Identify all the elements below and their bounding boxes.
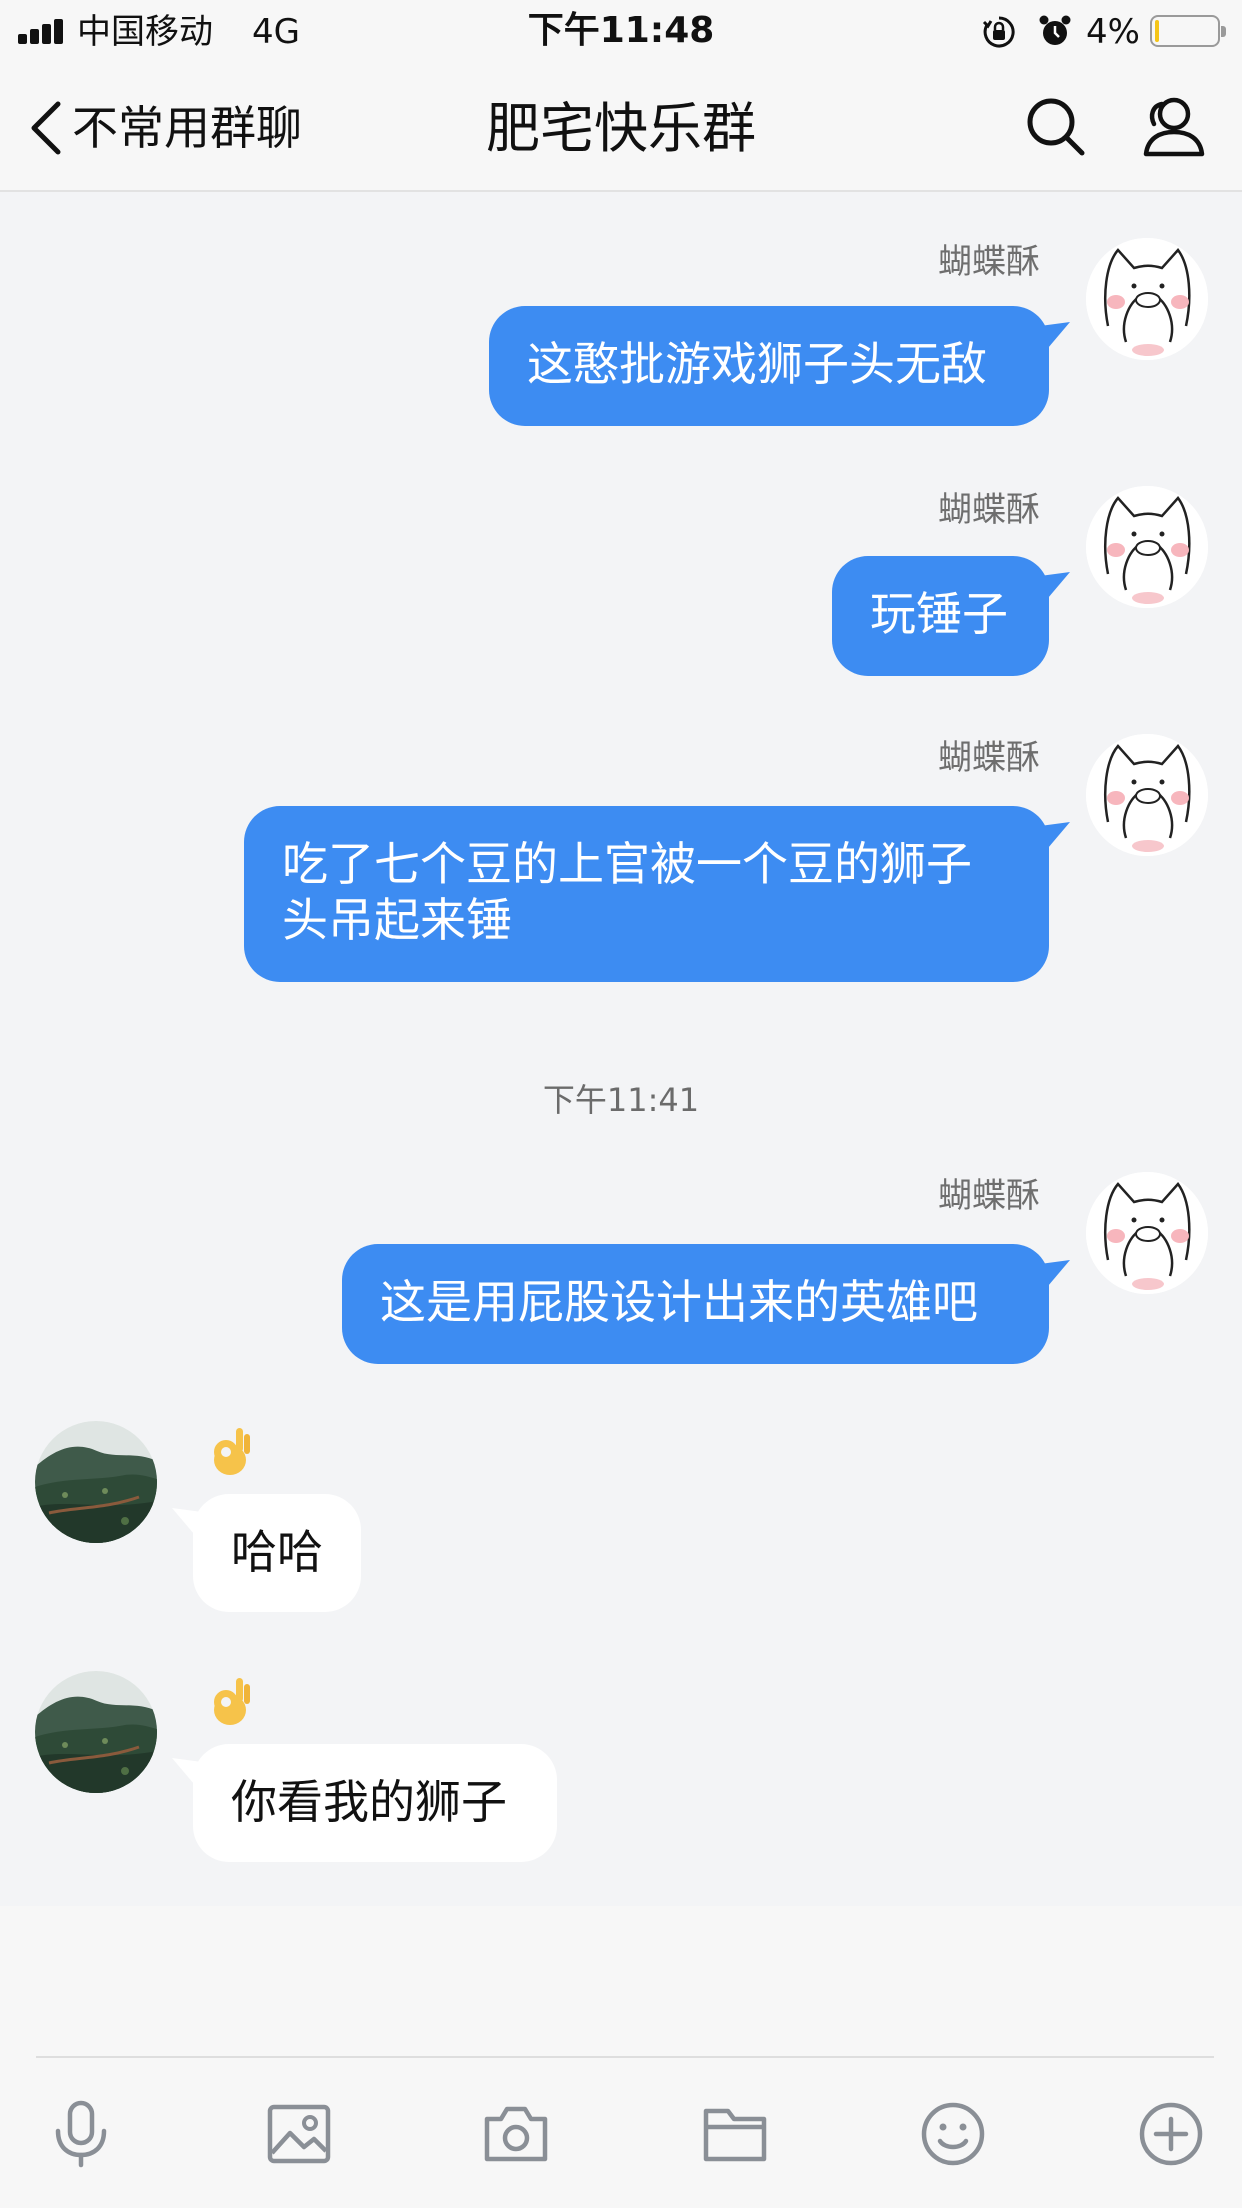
message-text: 吃了七个豆的上官被一个豆的狮子头吊起来锤 bbox=[282, 837, 972, 947]
cat-avatar-image bbox=[1086, 734, 1208, 856]
bubble-tail bbox=[1040, 1260, 1070, 1286]
sender-name: 蝴蝶酥 bbox=[938, 242, 1040, 282]
message-text: 你看我的狮子 bbox=[231, 1775, 507, 1829]
cat-avatar-image bbox=[1086, 486, 1208, 608]
group-profile-icon[interactable] bbox=[1138, 92, 1208, 162]
message-text: 这是用屁股设计出来的英雄吧 bbox=[380, 1275, 978, 1329]
nav-bar: 不常用群聊 肥宅快乐群 bbox=[0, 62, 1242, 192]
emoji-icon bbox=[921, 2102, 985, 2166]
message-bubble-outgoing[interactable]: 吃了七个豆的上官被一个豆的狮子头吊起来锤 bbox=[244, 806, 1049, 982]
message-bubble-outgoing[interactable]: 玩锤子 bbox=[832, 556, 1049, 676]
photo-button[interactable] bbox=[264, 2099, 334, 2169]
sender-name: 蝴蝶酥 bbox=[938, 1176, 1040, 1216]
bubble-tail bbox=[1040, 572, 1070, 598]
cat-avatar[interactable] bbox=[1086, 734, 1208, 856]
input-divider bbox=[36, 2056, 1214, 2058]
message-timestamp: 下午11:41 bbox=[542, 1081, 700, 1119]
message-bubble-incoming[interactable]: 哈哈 bbox=[193, 1494, 361, 1612]
message-text: 玩锤子 bbox=[870, 587, 1008, 641]
sender-name: 蝴蝶酥 bbox=[938, 490, 1040, 530]
message-bubble-outgoing[interactable]: 这憨批游戏狮子头无敌 bbox=[489, 306, 1049, 426]
message-bubble-outgoing[interactable]: 这是用屁股设计出来的英雄吧 bbox=[342, 1244, 1049, 1364]
sender-name: 蝴蝶酥 bbox=[938, 738, 1040, 778]
battery-percent: 4% bbox=[1086, 12, 1140, 52]
voice-button[interactable] bbox=[46, 2099, 116, 2169]
ok-hand-emoji bbox=[214, 1678, 250, 1725]
cat-avatar[interactable] bbox=[1086, 238, 1208, 360]
battery-icon bbox=[1150, 15, 1226, 47]
file-button[interactable] bbox=[700, 2099, 770, 2169]
input-area bbox=[0, 1906, 1242, 2208]
message-text: 哈哈 bbox=[231, 1525, 323, 1579]
mountain-avatar[interactable] bbox=[35, 1421, 157, 1543]
microphone-icon bbox=[55, 2100, 107, 2168]
image-icon bbox=[267, 2104, 331, 2164]
plus-icon bbox=[1139, 2102, 1203, 2166]
status-bar: 中国移动 4G 下午11:48 4% bbox=[0, 0, 1242, 62]
camera-button[interactable] bbox=[481, 2099, 551, 2169]
alarm-icon bbox=[1039, 15, 1071, 45]
message-bubble-incoming[interactable]: 你看我的狮子 bbox=[193, 1744, 557, 1862]
cat-avatar-image bbox=[1086, 1172, 1208, 1294]
camera-icon bbox=[484, 2106, 548, 2162]
mountain-avatar[interactable] bbox=[35, 1671, 157, 1793]
chat-screen: 中国移动 4G 下午11:48 4% 不常用群聊 肥宅快乐群 蝴蝶酥 这憨批游戏… bbox=[0, 0, 1242, 2208]
bubble-tail bbox=[1040, 822, 1070, 848]
ok-hand-emoji bbox=[214, 1428, 250, 1475]
message-text: 这憨批游戏狮子头无敌 bbox=[527, 337, 987, 391]
cat-avatar[interactable] bbox=[1086, 486, 1208, 608]
battery-level bbox=[1155, 20, 1159, 42]
cat-avatar-image bbox=[1086, 238, 1208, 360]
mountain-avatar-image bbox=[35, 1421, 157, 1543]
emoji-button[interactable] bbox=[918, 2099, 988, 2169]
bubble-tail bbox=[1040, 322, 1070, 348]
mountain-avatar-image bbox=[35, 1671, 157, 1793]
more-button[interactable] bbox=[1136, 2099, 1206, 2169]
search-icon[interactable] bbox=[1024, 95, 1088, 159]
folder-icon bbox=[703, 2108, 767, 2162]
rotation-lock-icon bbox=[982, 16, 1015, 48]
cat-avatar[interactable] bbox=[1086, 1172, 1208, 1294]
